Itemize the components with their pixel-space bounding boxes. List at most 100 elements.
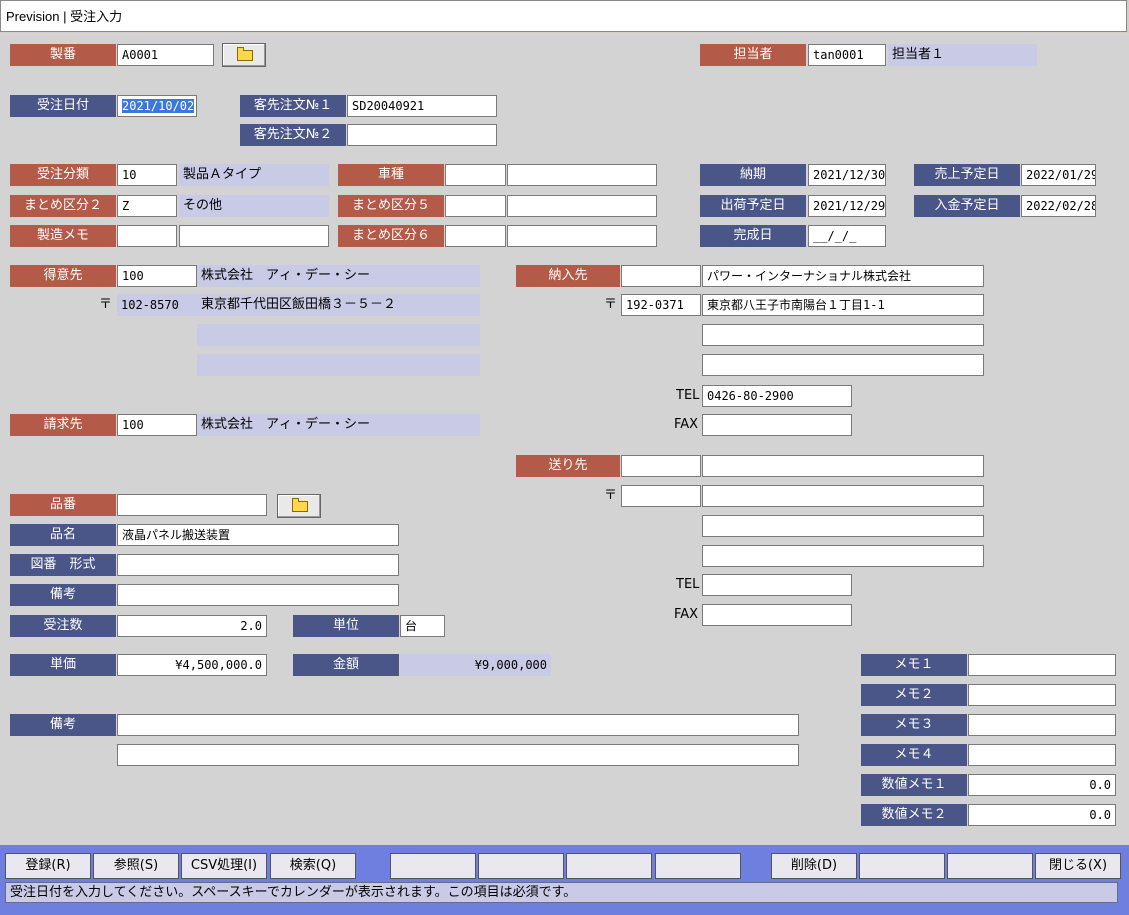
reference-button[interactable]: 参照(S)	[93, 853, 179, 879]
ship-address3-input[interactable]	[702, 545, 984, 567]
register-button[interactable]: 登録(R)	[5, 853, 91, 879]
delivery-address1-input[interactable]: 東京都八王子市南陽台１丁目1-1	[702, 294, 984, 316]
noki-label: 納期	[700, 164, 806, 186]
matome6-code-input[interactable]	[445, 225, 506, 247]
delivery-address3-input[interactable]	[702, 354, 984, 376]
customer-name: 株式会社 アィ・デー・シー	[197, 265, 480, 287]
tanto-code-input[interactable]: tan0001	[808, 44, 886, 66]
seizo-memo-code-input[interactable]	[117, 225, 177, 247]
delivery-postal-input[interactable]: 192-0371	[621, 294, 701, 316]
shashu-code-input[interactable]	[445, 164, 506, 186]
delivery-fax-label: FAX	[674, 417, 699, 432]
fkey-blank-10[interactable]	[859, 853, 945, 879]
zuban-label: 図番 形式	[10, 554, 116, 576]
billing-label: 請求先	[10, 414, 116, 436]
customer-address2	[197, 324, 480, 346]
nyukin-input[interactable]: 2022/02/28	[1021, 195, 1096, 217]
num-memo2-input[interactable]: 0.0	[968, 804, 1116, 826]
customer-code-input[interactable]: 100	[117, 265, 197, 287]
juchu-bunrui-name: 製品Ａタイプ	[179, 164, 329, 186]
price-label: 単価	[10, 654, 116, 676]
seizo-memo-input[interactable]	[179, 225, 329, 247]
function-key-bar: 登録(R) 参照(S) CSV処理(I) 検索(Q) 削除(D) 閉じる(X) …	[0, 845, 1129, 915]
seiban-input[interactable]: A0001	[117, 44, 214, 66]
shashu-label: 車種	[338, 164, 444, 186]
memo1-label: メモ１	[861, 654, 967, 676]
close-button[interactable]: 閉じる(X)	[1035, 853, 1121, 879]
memo3-input[interactable]	[968, 714, 1116, 736]
cust-order2-label: 客先注文№２	[240, 124, 346, 146]
seizo-memo-label: 製造メモ	[10, 225, 116, 247]
amount-value: ¥9,000,000	[400, 654, 551, 676]
memo2-input[interactable]	[968, 684, 1116, 706]
tanto-name: 担当者１	[888, 44, 1037, 66]
item-biko-label: 備考	[10, 584, 116, 606]
delivery-address2-input[interactable]	[702, 324, 984, 346]
matome6-label: まとめ区分６	[338, 225, 444, 247]
customer-postal: 102-8570	[117, 294, 197, 316]
uriage-input[interactable]: 2022/01/29	[1021, 164, 1096, 186]
form-area: 製番 A0001 担当者 tan0001 担当者１ 受注日付 2021/10/0…	[0, 33, 1129, 845]
hinmei-input[interactable]: 液晶パネル搬送装置	[117, 524, 399, 546]
customer-address3	[197, 354, 480, 376]
delivery-name-input[interactable]: パワー・インターナショナル株式会社	[702, 265, 984, 287]
memo1-input[interactable]	[968, 654, 1116, 676]
shashu-name-input[interactable]	[507, 164, 657, 186]
hinban-browse-button[interactable]	[277, 494, 321, 518]
shukka-input[interactable]: 2021/12/29	[808, 195, 886, 217]
matome6-name-input[interactable]	[507, 225, 657, 247]
search-button[interactable]: 検索(Q)	[270, 853, 356, 879]
memo4-input[interactable]	[968, 744, 1116, 766]
matome5-name-input[interactable]	[507, 195, 657, 217]
unit-label: 単位	[293, 615, 399, 637]
ship-code-input[interactable]	[621, 455, 701, 477]
fkey-blank-7[interactable]	[566, 853, 652, 879]
folder-icon	[237, 47, 253, 61]
matome2-name: その他	[179, 195, 329, 217]
ship-address1-input[interactable]	[702, 485, 984, 507]
fkey-blank-6[interactable]	[478, 853, 564, 879]
matome2-code-input[interactable]: Z	[117, 195, 177, 217]
seiban-label: 製番	[10, 44, 116, 66]
customer-address1: 東京都千代田区飯田橋３－５－２	[197, 294, 480, 316]
num-memo1-label: 数値メモ１	[861, 774, 967, 796]
uriage-label: 売上予定日	[914, 164, 1020, 186]
qty-input[interactable]: 2.0	[117, 615, 267, 637]
ship-address2-input[interactable]	[702, 515, 984, 537]
noki-input[interactable]: 2021/12/30	[808, 164, 886, 186]
cust-order1-input[interactable]: SD20040921	[347, 95, 497, 117]
item-biko-input[interactable]	[117, 584, 399, 606]
delivery-tel-input[interactable]: 0426-80-2900	[702, 385, 852, 407]
biko2-input2[interactable]	[117, 744, 799, 766]
ship-fax-input[interactable]	[702, 604, 852, 626]
fkey-blank-8[interactable]	[655, 853, 741, 879]
billing-code-input[interactable]: 100	[117, 414, 197, 436]
price-input[interactable]: ¥4,500,000.0	[117, 654, 267, 676]
unit-input[interactable]: 台	[400, 615, 445, 637]
seiban-browse-button[interactable]	[222, 43, 266, 67]
delivery-label: 納入先	[516, 265, 620, 287]
ship-tel-input[interactable]	[702, 574, 852, 596]
biko2-label: 備考	[10, 714, 116, 736]
kansei-input[interactable]: __/_/_	[808, 225, 886, 247]
num-memo1-input[interactable]: 0.0	[968, 774, 1116, 796]
delivery-code-input[interactable]	[621, 265, 701, 287]
ship-name-input[interactable]	[702, 455, 984, 477]
hinban-input[interactable]	[117, 494, 267, 516]
juchu-bunrui-code-input[interactable]: 10	[117, 164, 177, 186]
fkey-blank-5[interactable]	[390, 853, 476, 879]
memo3-label: メモ３	[861, 714, 967, 736]
delivery-fax-input[interactable]	[702, 414, 852, 436]
qty-label: 受注数	[10, 615, 116, 637]
zuban-input[interactable]	[117, 554, 399, 576]
tanto-label: 担当者	[700, 44, 806, 66]
fkey-blank-11[interactable]	[947, 853, 1033, 879]
csv-button[interactable]: CSV処理(I)	[181, 853, 267, 879]
folder-icon	[292, 498, 308, 512]
biko2-input1[interactable]	[117, 714, 799, 736]
matome5-code-input[interactable]	[445, 195, 506, 217]
cust-order2-input[interactable]	[347, 124, 497, 146]
delete-button[interactable]: 削除(D)	[771, 853, 857, 879]
order-date-input[interactable]: 2021/10/02	[117, 95, 197, 117]
ship-postal-input[interactable]	[621, 485, 701, 507]
